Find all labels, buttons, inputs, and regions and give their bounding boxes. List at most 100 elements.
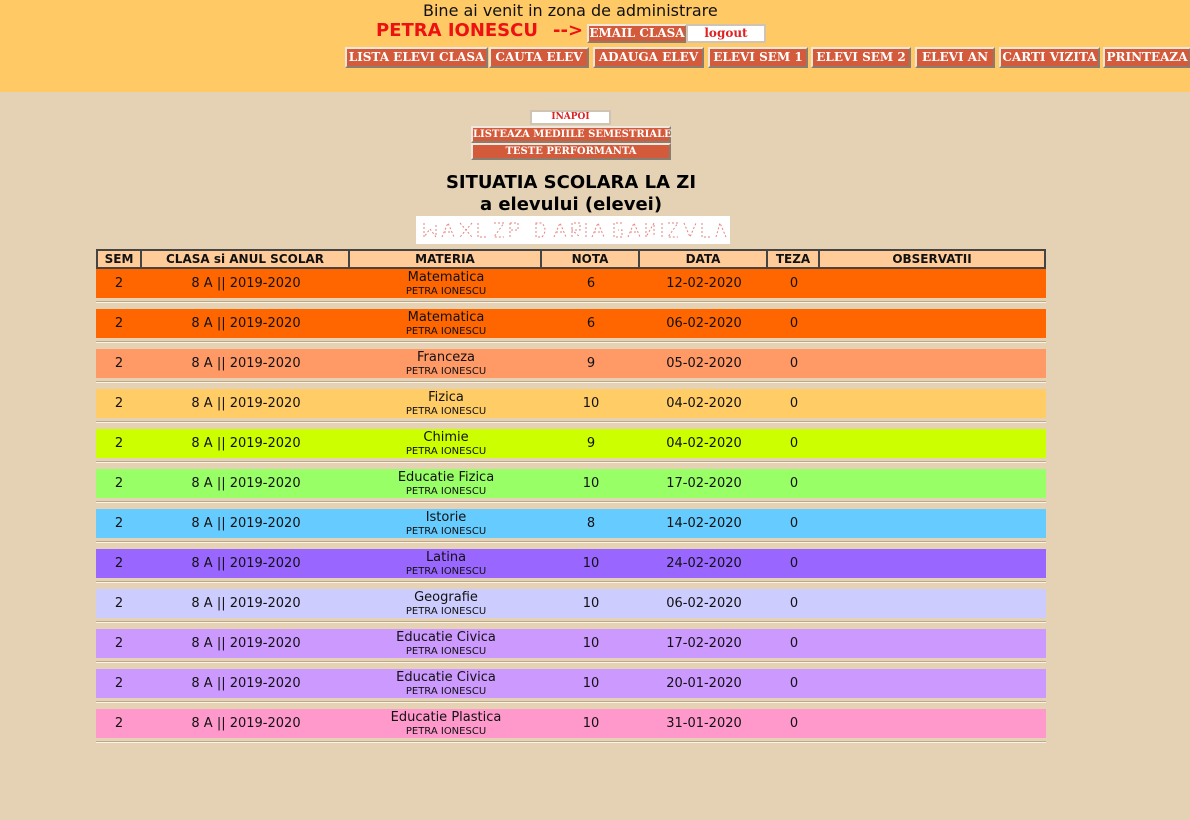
nota-cell: 6 [586, 316, 596, 331]
teza-cell: 0 [789, 396, 799, 411]
materia-cell: Franceza PETRA IONESCU [350, 349, 542, 378]
clasa-cell: 8 A || 2019-2020 [191, 276, 301, 291]
nota-cell: 9 [586, 356, 596, 371]
sem-cell: 2 [114, 396, 124, 411]
teza-cell: 0 [789, 436, 799, 451]
nota-cell: 10 [582, 716, 600, 731]
teacher-name: PETRA IONESCU [405, 726, 487, 737]
row-separator [96, 341, 1046, 343]
clasa-cell: 8 A || 2019-2020 [191, 396, 301, 411]
nav-lista-elevi-clasa[interactable]: LISTA ELEVI CLASA [345, 47, 488, 68]
clasa-cell: 8 A || 2019-2020 [191, 636, 301, 651]
nota-cell: 10 [582, 556, 600, 571]
email-class-button[interactable]: EMAIL CLASA [587, 24, 687, 43]
list-averages-button[interactable]: LISTEAZA MEDIILE SEMESTRIALE [471, 126, 672, 143]
row-separator [96, 461, 1046, 463]
sem-cell: 2 [114, 476, 124, 491]
teza-cell: 0 [789, 356, 799, 371]
materia-cell: Educatie Civica PETRA IONESCU [350, 629, 542, 658]
header-teza: TEZA [766, 249, 820, 269]
arrow-text: --> [553, 20, 584, 41]
materia-cell: Latina PETRA IONESCU [350, 549, 542, 578]
sem-cell: 2 [114, 556, 124, 571]
back-button[interactable]: INAPOI [530, 110, 611, 125]
observatii-cell [820, 509, 1046, 538]
table-row: 2 8 A || 2019-2020 Educatie Civica PETRA IO… [96, 629, 1046, 658]
sem-cell: 2 [114, 436, 124, 451]
data-cell: 05-02-2020 [666, 356, 742, 371]
observatii-cell [820, 469, 1046, 498]
nav-carti-vizita[interactable]: CARTI VIZITA [999, 47, 1100, 68]
data-cell: 06-02-2020 [666, 316, 742, 331]
teacher-name: PETRA IONESCU [405, 486, 487, 497]
nota-cell: 10 [582, 596, 600, 611]
nota-cell: 9 [586, 436, 596, 451]
nota-cell: 6 [586, 276, 596, 291]
teacher-name: PETRA IONESCU [405, 446, 487, 457]
row-separator [96, 661, 1046, 663]
data-cell: 20-01-2020 [666, 676, 742, 691]
sem-cell: 2 [114, 516, 124, 531]
teza-cell: 0 [789, 276, 799, 291]
table-row: 2 8 A || 2019-2020 Matematica PETRA IONESCU… [96, 269, 1046, 298]
user-name: PETRA IONESCU [376, 20, 538, 41]
nav-adauga-elev[interactable]: ADAUGA ELEV [593, 47, 704, 68]
subject-name: Franceza [416, 350, 476, 365]
table-row: 2 8 A || 2019-2020 Educatie Fizica PETRA IO… [96, 469, 1046, 498]
materia-cell: Educatie Plastica PETRA IONESCU [350, 709, 542, 738]
teza-cell: 0 [789, 556, 799, 571]
observatii-cell [820, 549, 1046, 578]
sem-cell: 2 [114, 356, 124, 371]
table-header: SEM CLASA si ANUL SCOLAR MATERIA NOTA DA… [96, 249, 1046, 269]
grades-table: SEM CLASA si ANUL SCOLAR MATERIA NOTA DA… [96, 249, 1046, 743]
nota-cell: 10 [582, 636, 600, 651]
nota-cell: 10 [582, 396, 600, 411]
sem-cell: 2 [114, 596, 124, 611]
teacher-name: PETRA IONESCU [405, 326, 487, 337]
teza-cell: 0 [789, 636, 799, 651]
teza-cell: 0 [789, 716, 799, 731]
clasa-cell: 8 A || 2019-2020 [191, 676, 301, 691]
clasa-cell: 8 A || 2019-2020 [191, 316, 301, 331]
header-materia: MATERIA [348, 249, 542, 269]
teacher-name: PETRA IONESCU [405, 406, 487, 417]
page-subtitle: a elevului (elevei) [479, 194, 663, 215]
nota-cell: 8 [586, 516, 596, 531]
materia-cell: Matematica PETRA IONESCU [350, 309, 542, 338]
nav-printeaza[interactable]: PRINTEAZA [1103, 47, 1190, 68]
header-sem: SEM [96, 249, 142, 269]
data-cell: 17-02-2020 [666, 636, 742, 651]
row-separator [96, 301, 1046, 303]
nav-elevi-sem-1[interactable]: ELEVI SEM 1 [708, 47, 808, 68]
table-row: 2 8 A || 2019-2020 Geografie PETRA IONESCU 1… [96, 589, 1046, 618]
teacher-name: PETRA IONESCU [405, 566, 487, 577]
observatii-cell [820, 669, 1046, 698]
teacher-name: PETRA IONESCU [405, 526, 487, 537]
clasa-cell: 8 A || 2019-2020 [191, 596, 301, 611]
observatii-cell [820, 309, 1046, 338]
sem-cell: 2 [114, 316, 124, 331]
performance-tests-button[interactable]: TESTE PERFORMANTA [471, 143, 671, 160]
nav-elevi-sem-2[interactable]: ELEVI SEM 2 [811, 47, 911, 68]
nav-cauta-elev[interactable]: CAUTA ELEV [489, 47, 589, 68]
clasa-cell: 8 A || 2019-2020 [191, 516, 301, 531]
header-nota: NOTA [540, 249, 640, 269]
teacher-name: PETRA IONESCU [405, 606, 487, 617]
subject-name: Educatie Civica [396, 630, 496, 645]
teza-cell: 0 [789, 596, 799, 611]
sem-cell: 2 [114, 276, 124, 291]
table-row: 2 8 A || 2019-2020 Franceza PETRA IONESCU 9 0… [96, 349, 1046, 378]
teacher-name: PETRA IONESCU [405, 286, 487, 297]
teza-cell: 0 [789, 676, 799, 691]
data-cell: 12-02-2020 [666, 276, 742, 291]
materia-cell: Educatie Fizica PETRA IONESCU [350, 469, 542, 498]
subject-name: Educatie Plastica [390, 710, 502, 725]
student-name-image [416, 216, 730, 244]
nav-elevi-an[interactable]: ELEVI AN [915, 47, 995, 68]
clasa-cell: 8 A || 2019-2020 [191, 356, 301, 371]
teza-cell: 0 [789, 476, 799, 491]
sem-cell: 2 [114, 676, 124, 691]
logout-button[interactable]: logout [686, 24, 766, 43]
materia-cell: Chimie PETRA IONESCU [350, 429, 542, 458]
welcome-text: Bine ai venit in zona de administrare [423, 1, 718, 20]
